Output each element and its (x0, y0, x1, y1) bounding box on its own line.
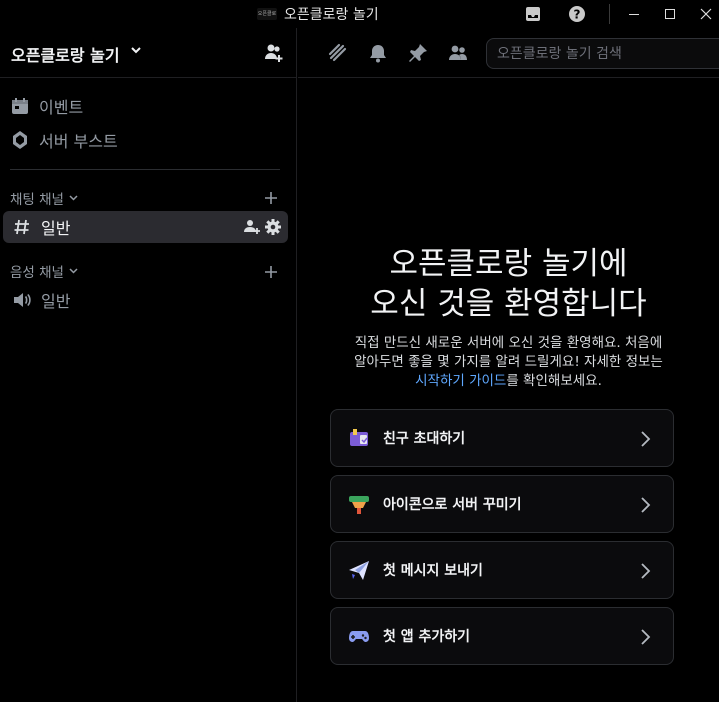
calendar-icon (9, 95, 31, 117)
minimize-icon (629, 14, 639, 15)
channel-label: 일반 (41, 292, 71, 311)
gear-icon[interactable] (264, 218, 282, 236)
chevron-right-icon (641, 629, 651, 645)
getting-started-guide-link[interactable]: 시작하기 가이드 (415, 373, 506, 389)
server-name[interactable]: 오픈클로랑 놀기 (11, 42, 120, 66)
invite-people-icon[interactable] (263, 42, 285, 64)
invite-to-channel-icon[interactable] (243, 218, 261, 236)
help-button[interactable]: ? (565, 2, 589, 26)
add-first-app-card[interactable]: 첫 앱 추가하기 (330, 607, 674, 665)
svg-text:?: ? (574, 8, 581, 22)
sidebar-item-server-boost[interactable]: 서버 부스트 (9, 125, 118, 155)
channel-general-voice[interactable]: 일반 (3, 284, 288, 316)
close-button[interactable] (694, 2, 718, 26)
help-icon: ? (569, 6, 585, 22)
inbox-button[interactable] (521, 2, 545, 26)
window-title: 오픈클로랑 놀기 (284, 7, 379, 23)
welcome-title-line: 오픈클로랑 놀기에 (389, 246, 628, 282)
category-label: 채팅 채널 (10, 192, 64, 208)
welcome-title: 오픈클로랑 놀기에 오신 것을 환영합니다 (298, 244, 719, 324)
pin-icon[interactable] (407, 42, 429, 64)
category-text-channels[interactable]: 채팅 채널 (10, 188, 78, 208)
title-bar: 오픈클로 오픈클로랑 놀기 ? (0, 0, 719, 28)
chevron-down-icon (69, 268, 78, 274)
channel-sidebar: 오픈클로랑 놀기 이벤트 서버 부스트 채팅 채널 일반 음성 채널 일반 (0, 28, 297, 702)
chevron-right-icon (641, 563, 651, 579)
sidebar-item-label: 서버 부스트 (39, 132, 118, 151)
threads-icon[interactable] (327, 42, 349, 64)
invite-friends-card[interactable]: 친구 초대하기 (330, 409, 674, 467)
card-label: 첫 메시지 보내기 (383, 563, 483, 579)
paper-plane-icon (345, 556, 373, 584)
add-channel-icon[interactable] (263, 264, 279, 280)
maximize-button[interactable] (658, 2, 682, 26)
card-label: 아이콘으로 서버 꾸미기 (383, 497, 522, 513)
sidebar-item-events[interactable]: 이벤트 (9, 91, 83, 121)
title-bar-separator (609, 4, 610, 24)
search-box[interactable] (486, 38, 719, 69)
server-icon-paint-icon (345, 490, 373, 518)
category-voice-channels[interactable]: 음성 채널 (10, 261, 78, 281)
boost-gem-icon (9, 129, 31, 151)
hash-icon (11, 218, 33, 236)
welcome-desc-line: 알아두면 좋을 몇 가지를 알려 드릴게요! 자세한 정보는 (354, 354, 663, 370)
welcome-title-line: 오신 것을 환영합니다 (370, 286, 647, 322)
close-icon (700, 8, 712, 20)
server-header[interactable]: 오픈클로랑 놀기 (0, 28, 297, 78)
app-icon: 오픈클로 (257, 8, 277, 20)
minimize-button[interactable] (622, 2, 646, 26)
channel-general-text[interactable]: 일반 (3, 211, 288, 243)
chevron-right-icon (641, 431, 651, 447)
speaker-icon (11, 291, 33, 309)
chevron-down-icon[interactable] (130, 45, 142, 55)
maximize-icon (665, 9, 675, 19)
card-label: 친구 초대하기 (383, 431, 466, 447)
customize-server-card[interactable]: 아이콘으로 서버 꾸미기 (330, 475, 674, 533)
channel-toolbar (298, 28, 719, 78)
send-first-message-card[interactable]: 첫 메시지 보내기 (330, 541, 674, 599)
member-list-icon[interactable] (447, 42, 469, 64)
sidebar-divider (10, 169, 280, 170)
welcome-description: 직접 만드신 새로운 서버에 오신 것을 환영해요. 처음에 알아두면 좋을 몇… (298, 334, 719, 391)
add-channel-icon[interactable] (263, 190, 279, 206)
card-label: 첫 앱 추가하기 (383, 629, 471, 645)
welcome-desc-line: 시작하기 가이드를 확인해보세요. (298, 372, 719, 391)
welcome-desc-tail: 를 확인해보세요. (506, 373, 602, 389)
chevron-down-icon (69, 195, 78, 201)
gamepad-icon (345, 622, 373, 650)
welcome-panel: 오픈클로랑 놀기에 오신 것을 환영합니다 직접 만드신 새로운 서버에 오신 … (298, 78, 719, 702)
bell-icon[interactable] (367, 42, 389, 64)
search-input[interactable] (487, 39, 719, 68)
category-label: 음성 채널 (10, 265, 64, 281)
welcome-desc-line: 직접 만드신 새로운 서버에 오신 것을 환영해요. 처음에 (354, 335, 663, 351)
invite-friends-icon (345, 424, 373, 452)
sidebar-item-label: 이벤트 (39, 98, 84, 117)
inbox-icon (526, 7, 540, 21)
chevron-right-icon (641, 497, 651, 513)
channel-label: 일반 (41, 219, 71, 238)
